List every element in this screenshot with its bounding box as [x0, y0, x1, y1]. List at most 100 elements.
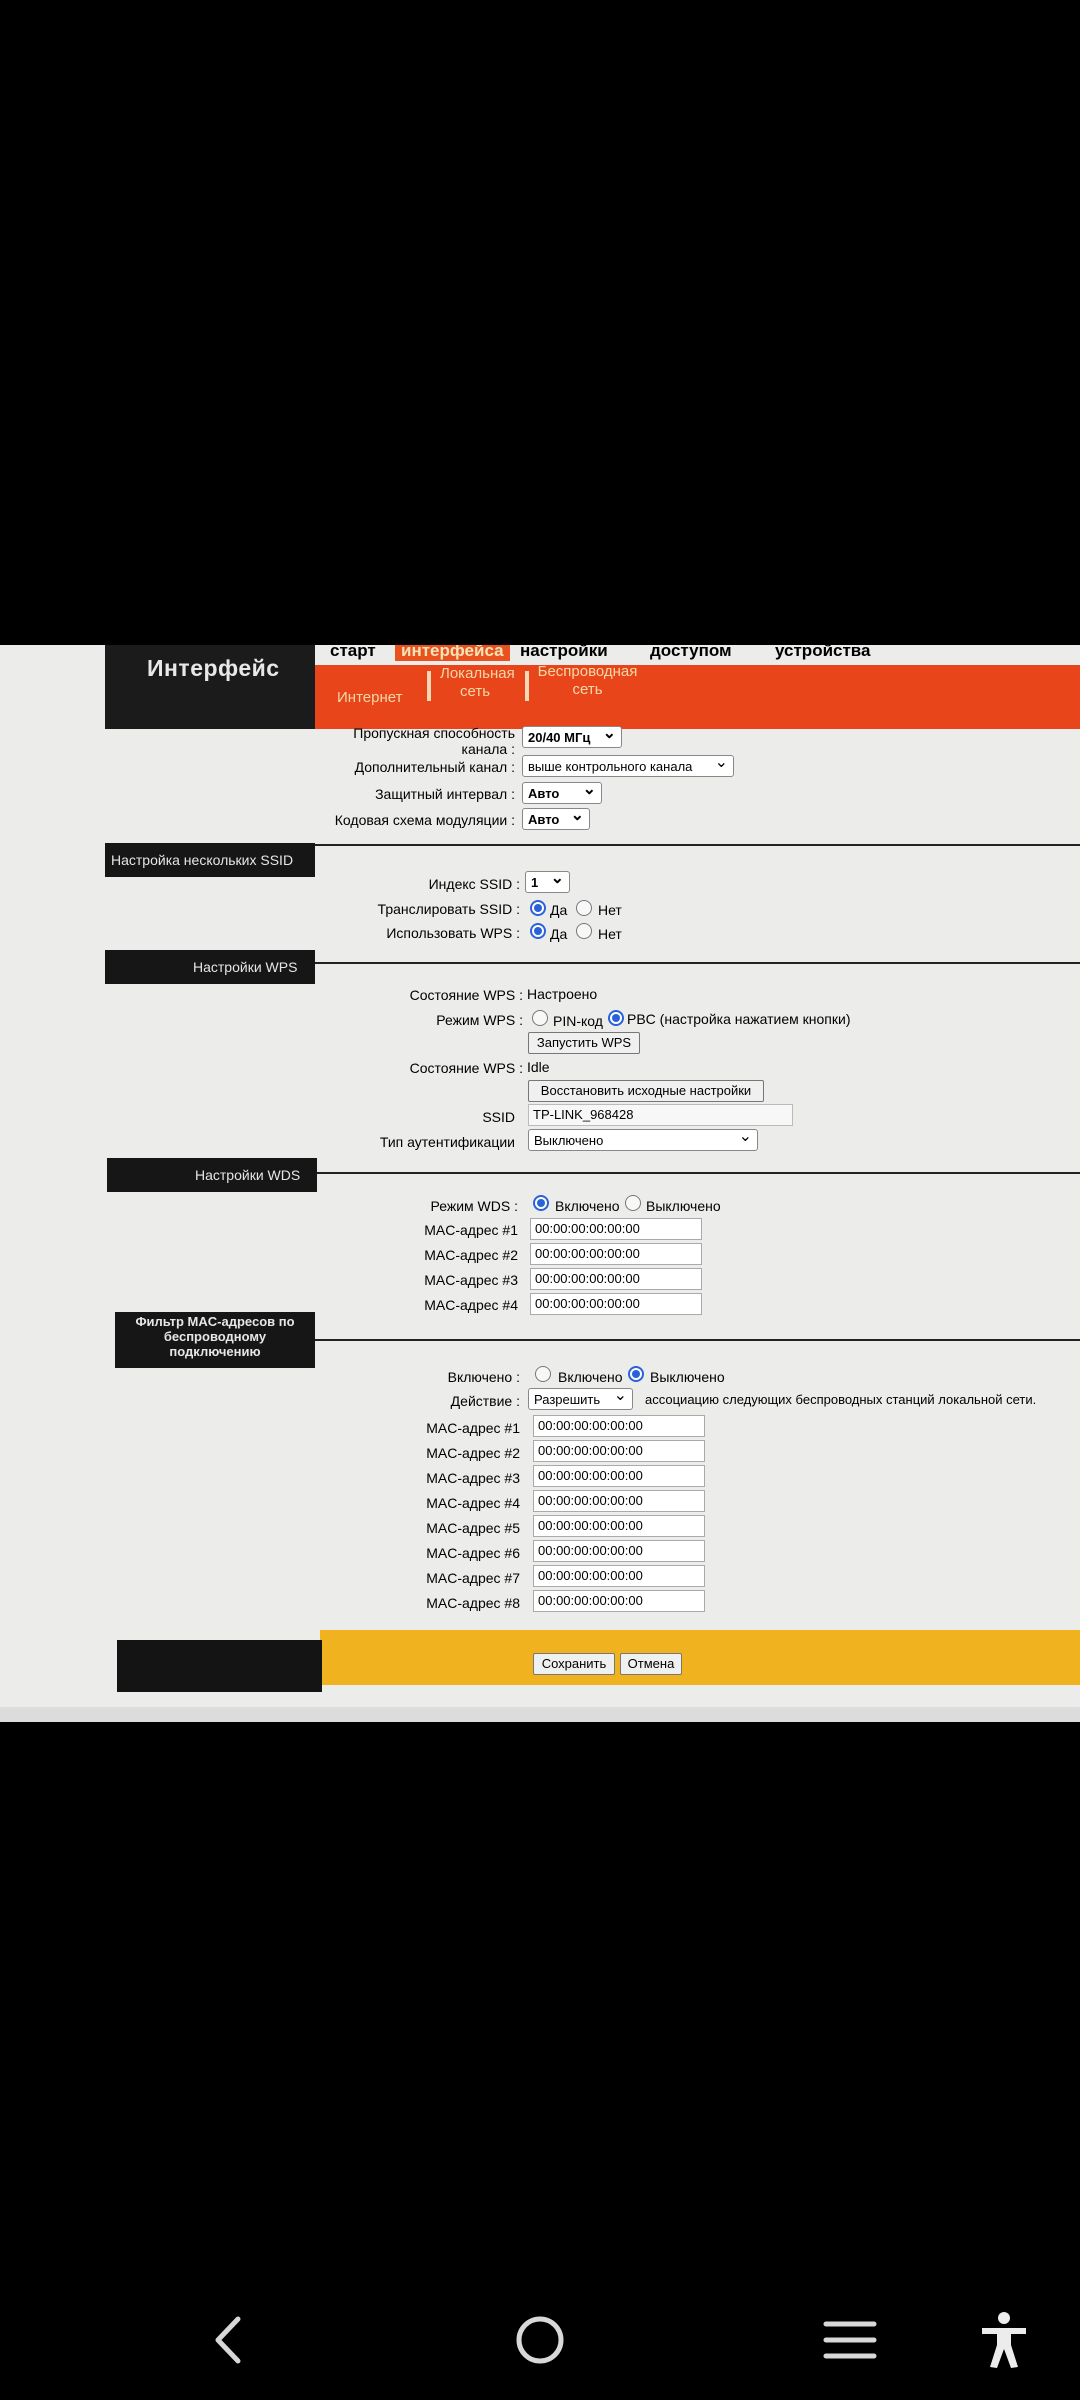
home-button[interactable] — [508, 2308, 572, 2372]
broadcast-yes-radio[interactable] — [530, 900, 546, 916]
wps-no-label: Нет — [598, 926, 622, 942]
filter-mac-5-label: MAC-адрес #5 — [426, 1520, 520, 1536]
wds-mode-label: Режим WDS : — [430, 1198, 519, 1214]
menu-start[interactable]: старт — [330, 645, 376, 661]
section-mac-filter: Фильтр MAC-адресов по беспроводному подк… — [115, 1312, 315, 1368]
bandwidth-select[interactable]: 20/40 МГц — [522, 723, 622, 748]
wps-state2-value: Idle — [527, 1059, 550, 1075]
ssid-input[interactable]: TP-LINK_968428 — [528, 1104, 793, 1126]
wds-on-radio[interactable] — [533, 1195, 549, 1211]
windows-taskbar — [0, 1707, 1080, 1722]
ext-channel-label: Дополнительный канал : — [354, 759, 515, 775]
bandwidth-label: Пропускная способность канала : — [353, 725, 515, 757]
filter-enabled-label: Включено : — [447, 1369, 520, 1385]
filter-mac-7-label: MAC-адрес #7 — [426, 1570, 520, 1586]
mcs-select[interactable]: Авто — [522, 805, 590, 830]
menu-devices[interactable]: устройства — [775, 645, 871, 661]
router-web-ui: Интерфейс старт интерфейса настройки дос… — [0, 645, 1080, 1722]
wds-mac-3-label: MAC-адрес #3 — [424, 1272, 518, 1288]
subnav-divider — [525, 671, 529, 701]
footer-left-block — [117, 1640, 322, 1692]
auth-type-select[interactable]: Выключено — [528, 1126, 758, 1151]
filter-mac-8-label: MAC-адрес #8 — [426, 1595, 520, 1611]
wps-pin-label: PIN-код — [553, 1013, 603, 1029]
wds-off-radio[interactable] — [625, 1195, 641, 1211]
section-divider — [315, 962, 1080, 964]
wps-pbc-label: PBC (настройка нажатием кнопки) — [627, 1011, 851, 1027]
section-divider — [315, 844, 1080, 846]
wps-state2-label: Состояние WPS : — [409, 1060, 523, 1076]
wds-mac-3-input[interactable]: 00:00:00:00:00:00 — [530, 1268, 702, 1290]
guard-interval-select[interactable]: Авто — [522, 779, 602, 804]
ssid-label: SSID — [482, 1109, 515, 1125]
broadcast-yes-label: Да — [550, 902, 568, 918]
section-wds: Настройки WDS — [107, 1158, 317, 1192]
subnav-divider — [427, 671, 431, 701]
broadcast-no-label: Нет — [598, 902, 622, 918]
guard-interval-label: Защитный интервал : — [375, 786, 515, 802]
menu-access[interactable]: доступом — [650, 645, 732, 661]
filter-mac-2-label: MAC-адрес #2 — [426, 1445, 520, 1461]
filter-mac-6-input[interactable]: 00:00:00:00:00:00 — [533, 1540, 705, 1562]
sub-nav: Интернет Локальная сеть Беспроводная сет… — [315, 663, 1080, 729]
restore-defaults-button[interactable]: Восстановить исходные настройки — [528, 1080, 764, 1102]
filter-action-select[interactable]: Разрешить — [528, 1385, 633, 1410]
wps-no-radio[interactable] — [576, 923, 592, 939]
cancel-button[interactable]: Отмена — [620, 1653, 682, 1675]
ext-channel-select[interactable]: выше контрольного канала — [522, 752, 734, 777]
accessibility-icon — [982, 2312, 1026, 2368]
mcs-label: Кодовая схема модуляции : — [334, 812, 515, 828]
section-wps: Настройки WPS — [105, 950, 315, 984]
back-icon — [215, 2316, 241, 2364]
wps-yes-label: Да — [550, 926, 568, 942]
footer-bar — [320, 1630, 1080, 1685]
filter-on-radio[interactable] — [535, 1366, 551, 1382]
filter-mac-6-label: MAC-адрес #6 — [426, 1545, 520, 1561]
use-wps-label: Использовать WPS : — [386, 925, 520, 941]
filter-mac-5-input[interactable]: 00:00:00:00:00:00 — [533, 1515, 705, 1537]
wds-on-label: Включено — [555, 1198, 620, 1214]
filter-action-label: Действие : — [450, 1393, 520, 1409]
wps-state-value: Настроено — [527, 986, 598, 1002]
wds-mac-1-input[interactable]: 00:00:00:00:00:00 — [530, 1218, 702, 1240]
brand-title: Интерфейс — [147, 655, 280, 681]
filter-off-label: Выключено — [650, 1369, 725, 1385]
filter-off-radio[interactable] — [628, 1366, 644, 1382]
subnav-internet[interactable]: Интернет — [337, 689, 402, 707]
ssid-index-select[interactable]: 1 — [525, 868, 570, 893]
section-divider — [315, 1339, 1080, 1341]
filter-mac-8-input[interactable]: 00:00:00:00:00:00 — [533, 1590, 705, 1612]
filter-mac-7-input[interactable]: 00:00:00:00:00:00 — [533, 1565, 705, 1587]
section-divider — [317, 1172, 1080, 1174]
auth-type-label: Тип аутентификации — [379, 1134, 515, 1150]
save-button[interactable]: Сохранить — [533, 1653, 615, 1675]
wds-mac-4-input[interactable]: 00:00:00:00:00:00 — [530, 1293, 702, 1315]
accessibility-button[interactable] — [972, 2308, 1036, 2372]
menu-interface[interactable]: интерфейса — [395, 645, 510, 661]
wds-mac-2-label: MAC-адрес #2 — [424, 1247, 518, 1263]
section-multi-ssid: Настройка нескольких SSID — [105, 843, 315, 877]
subnav-lan[interactable]: Локальная сеть — [440, 665, 515, 701]
filter-mac-4-input[interactable]: 00:00:00:00:00:00 — [533, 1490, 705, 1512]
wps-yes-radio[interactable] — [530, 923, 546, 939]
menu-settings[interactable]: настройки — [520, 645, 608, 661]
start-wps-button[interactable]: Запустить WPS — [528, 1032, 640, 1054]
filter-action-text: ассоциацию следующих беспроводных станци… — [645, 1392, 1037, 1407]
broadcast-no-radio[interactable] — [576, 900, 592, 916]
filter-mac-1-label: MAC-адрес #1 — [426, 1420, 520, 1436]
filter-mac-3-input[interactable]: 00:00:00:00:00:00 — [533, 1465, 705, 1487]
filter-mac-2-input[interactable]: 00:00:00:00:00:00 — [533, 1440, 705, 1462]
ssid-index-label: Индекс SSID : — [428, 876, 520, 892]
wps-pbc-radio[interactable] — [608, 1010, 624, 1026]
filter-mac-1-input[interactable]: 00:00:00:00:00:00 — [533, 1415, 705, 1437]
broadcast-ssid-label: Транслировать SSID : — [377, 901, 520, 917]
recents-button[interactable] — [818, 2308, 882, 2372]
filter-mac-4-label: MAC-адрес #4 — [426, 1495, 520, 1511]
wps-state-label: Состояние WPS : — [409, 987, 523, 1003]
wds-mac-2-input[interactable]: 00:00:00:00:00:00 — [530, 1243, 702, 1265]
recents-icon — [823, 2321, 877, 2359]
back-button[interactable] — [196, 2308, 260, 2372]
wps-pin-radio[interactable] — [532, 1010, 548, 1026]
subnav-wireless[interactable]: Беспроводная сеть — [535, 663, 640, 699]
android-nav-bar — [0, 2280, 1080, 2400]
